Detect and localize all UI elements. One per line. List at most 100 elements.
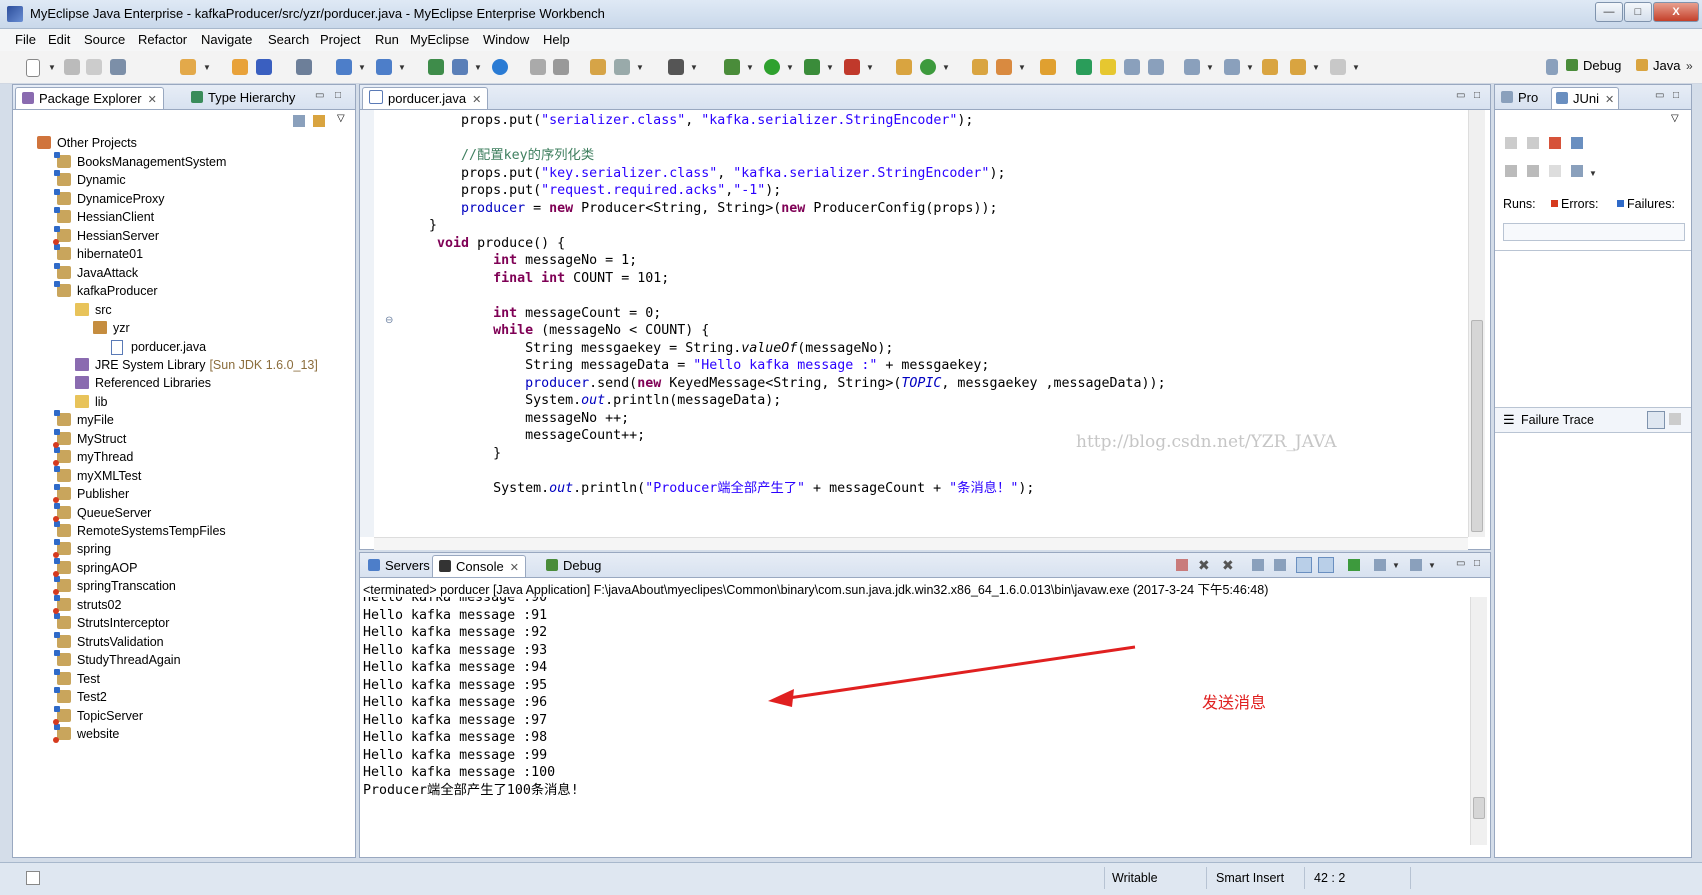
deploy-icon[interactable] — [296, 59, 312, 75]
show-on-output-icon[interactable] — [1296, 557, 1312, 573]
tab-servers[interactable]: Servers — [362, 555, 436, 576]
chevron-down-icon[interactable]: ▼ — [1206, 63, 1214, 72]
print-icon[interactable] — [110, 59, 126, 75]
scroll-lock-icon[interactable] — [1274, 559, 1286, 571]
menu-help[interactable]: Help — [543, 32, 570, 47]
scroll-thumb[interactable] — [1471, 320, 1483, 532]
plugin-icon[interactable] — [530, 59, 546, 75]
forward-icon[interactable] — [1330, 59, 1346, 75]
chevron-down-icon[interactable]: ▼ — [1392, 561, 1400, 570]
tree-item[interactable]: RemoteSystemsTempFiles — [54, 521, 226, 540]
chevron-down-icon[interactable]: ▼ — [1018, 63, 1026, 72]
minimize-icon[interactable]: ▭ — [1655, 90, 1664, 101]
block-select-icon[interactable] — [1124, 59, 1140, 75]
chevron-down-icon[interactable]: ▼ — [636, 63, 644, 72]
chevron-down-icon[interactable]: ▼ — [358, 63, 366, 72]
maximize-icon[interactable]: □ — [335, 90, 341, 101]
new-class-icon[interactable] — [896, 59, 912, 75]
tree-item[interactable]: DynamiceProxy — [54, 188, 165, 208]
server-icon[interactable] — [336, 59, 352, 75]
history-icon[interactable] — [1571, 165, 1583, 177]
chevron-down-icon[interactable]: ▼ — [826, 63, 834, 72]
compare-icon[interactable] — [1669, 413, 1681, 425]
open-console-icon[interactable] — [1410, 559, 1422, 571]
failures-only-icon[interactable] — [1549, 137, 1561, 149]
tree-item[interactable]: Publisher — [53, 484, 129, 504]
open-type-icon[interactable] — [232, 59, 248, 75]
tree-item[interactable]: myFile — [54, 410, 114, 429]
close-icon[interactable]: ✕ — [472, 94, 481, 106]
globe-icon[interactable] — [492, 59, 508, 75]
chevron-down-icon[interactable]: ▼ — [1352, 63, 1360, 72]
tree-item[interactable]: Test2 — [54, 687, 107, 706]
chevron-down-icon[interactable]: ▼ — [1589, 169, 1597, 178]
coverage-icon[interactable] — [804, 59, 820, 75]
menu-source[interactable]: Source — [84, 32, 125, 47]
rerun-failed-icon[interactable] — [1527, 165, 1539, 177]
tree-item[interactable]: StrutsValidation — [54, 631, 164, 651]
prev-annotation-icon[interactable] — [1224, 59, 1240, 75]
tree-item[interactable]: porducer.java — [111, 338, 206, 356]
remove-launch-icon[interactable]: ✖ — [1198, 557, 1210, 574]
tree-item[interactable]: JRE System Library [Sun JDK 1.6.0_13] — [75, 356, 318, 374]
close-button[interactable]: X — [1653, 2, 1699, 22]
save-all-icon[interactable] — [86, 59, 102, 75]
new-project-icon[interactable] — [180, 59, 196, 75]
close-icon[interactable]: ✕ — [1605, 94, 1614, 106]
db-icon[interactable] — [428, 59, 444, 75]
menu-navigate[interactable]: Navigate — [201, 32, 252, 47]
chevron-down-icon[interactable]: ▼ — [690, 63, 698, 72]
tab-console[interactable]: Console ✕ — [432, 555, 526, 577]
open-perspective-icon[interactable] — [1546, 59, 1558, 75]
tab-problems[interactable]: Pro — [1497, 87, 1542, 108]
console-vertical-scrollbar[interactable] — [1470, 597, 1487, 845]
save-icon[interactable] — [64, 59, 80, 75]
view-menu-icon[interactable]: ▽ — [337, 113, 345, 124]
menu-refactor[interactable]: Refactor — [138, 32, 187, 47]
open-resource-icon[interactable] — [256, 59, 272, 75]
link-editor-icon[interactable] — [313, 115, 325, 127]
console-output[interactable]: Hello kafka message :90 Hello kafka messa… — [360, 597, 1470, 845]
minimize-button[interactable]: — — [1595, 2, 1623, 22]
fast-view-icon[interactable] — [26, 871, 40, 885]
tree-item[interactable]: spring — [53, 539, 111, 559]
menu-run[interactable]: Run — [375, 32, 399, 47]
tree-item[interactable]: website — [53, 723, 119, 743]
chevron-down-icon[interactable]: ▼ — [746, 63, 754, 72]
tree-item[interactable]: HessianServer — [53, 225, 159, 245]
menu-edit[interactable]: Edit — [48, 32, 70, 47]
tree-item[interactable]: hibernate01 — [54, 244, 143, 263]
image-icon[interactable] — [590, 59, 606, 75]
search-icon[interactable] — [996, 59, 1012, 75]
open-folder-icon[interactable] — [972, 59, 988, 75]
chevron-down-icon[interactable]: ▼ — [203, 63, 211, 72]
editor-vertical-scrollbar[interactable] — [1468, 110, 1485, 537]
tab-junit[interactable]: JUni ✕ — [1551, 87, 1620, 109]
chevron-down-icon[interactable]: ▼ — [1246, 63, 1254, 72]
rerun-icon[interactable] — [1505, 165, 1517, 177]
show-whitespace-icon[interactable] — [1148, 59, 1164, 75]
minimize-icon[interactable]: ▭ — [1456, 558, 1465, 569]
perspective-debug[interactable]: Debug — [1566, 58, 1621, 73]
tree-item[interactable]: MyStruct — [53, 428, 126, 448]
tree-item[interactable]: Referenced Libraries — [75, 374, 211, 392]
scroll-lock-icon[interactable] — [1571, 137, 1583, 149]
tree-item[interactable]: kafkaProducer — [54, 281, 158, 300]
tree-item[interactable]: StudyThreadAgain — [54, 650, 181, 669]
filter-trace-icon[interactable] — [1647, 411, 1665, 429]
tool-icon[interactable] — [553, 59, 569, 75]
report-icon[interactable] — [614, 59, 630, 75]
collapse-all-icon[interactable] — [293, 115, 305, 127]
minimize-icon[interactable]: ▭ — [1456, 90, 1465, 101]
next-failure-icon[interactable] — [1505, 137, 1517, 149]
more-perspectives-icon[interactable]: » — [1686, 59, 1693, 73]
highlight-icon[interactable] — [1100, 59, 1116, 75]
tree-item[interactable]: QueueServer — [53, 502, 151, 522]
close-icon[interactable]: ✕ — [148, 94, 157, 106]
last-edit-icon[interactable] — [1262, 59, 1278, 75]
tree-item[interactable]: lib — [75, 393, 108, 411]
remove-all-icon[interactable]: ✖ — [1222, 557, 1234, 574]
prev-failure-icon[interactable] — [1527, 137, 1539, 149]
show-on-error-icon[interactable] — [1318, 557, 1334, 573]
refresh-icon[interactable] — [920, 59, 936, 75]
